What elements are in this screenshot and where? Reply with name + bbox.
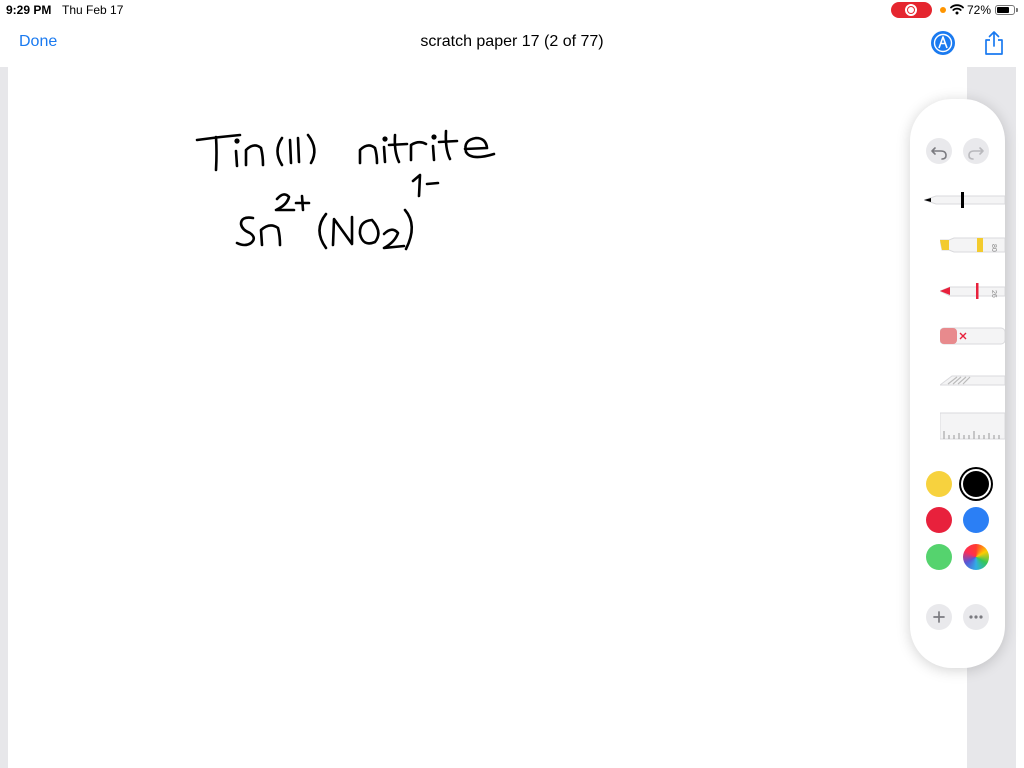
markup-button[interactable] xyxy=(931,31,955,55)
battery-level-fill xyxy=(997,7,1009,13)
eraser-tool[interactable] xyxy=(940,323,1005,349)
battery-icon xyxy=(995,5,1015,15)
highlighter-opacity-label: 80 xyxy=(990,244,997,252)
color-swatch-black-selected[interactable] xyxy=(963,471,989,497)
plus-icon xyxy=(933,611,945,623)
document-title: scratch paper 17 (2 of 77) xyxy=(420,33,604,50)
undo-button[interactable] xyxy=(926,138,952,164)
marker-tool[interactable]: 26 xyxy=(940,278,1005,304)
record-dot-icon xyxy=(908,7,914,13)
markup-pen-icon xyxy=(933,33,953,53)
color-wheel-icon[interactable] xyxy=(963,544,989,570)
handwritten-notes xyxy=(195,129,496,251)
color-swatch-green[interactable] xyxy=(926,544,952,570)
navigation-bar: Done scratch paper 17 (2 of 77) xyxy=(0,20,1024,67)
undo-icon xyxy=(931,147,947,160)
add-button[interactable] xyxy=(926,604,952,630)
share-icon[interactable] xyxy=(983,30,1005,56)
microphone-in-use-indicator xyxy=(940,7,946,13)
redo-button[interactable] xyxy=(963,138,989,164)
status-time: 9:29 PM xyxy=(6,3,52,17)
color-swatch-blue[interactable] xyxy=(963,507,989,533)
highlighter-tool[interactable]: 80 xyxy=(940,232,1005,258)
status-date: Thu Feb 17 xyxy=(62,3,124,17)
ruler-tool[interactable] xyxy=(940,411,1005,441)
marker-opacity-label: 26 xyxy=(990,290,997,298)
redo-icon xyxy=(968,147,984,160)
status-bar: 9:29 PM Thu Feb 17 72% xyxy=(0,0,1024,20)
screen-recording-indicator[interactable] xyxy=(891,2,932,18)
markup-tool-palette: 80 26 xyxy=(910,99,1005,668)
battery-percentage: 72% xyxy=(967,3,992,17)
color-swatch-red[interactable] xyxy=(926,507,952,533)
page-right-margin xyxy=(1016,67,1024,768)
lasso-tool[interactable] xyxy=(940,367,1005,393)
color-swatch-yellow[interactable] xyxy=(926,471,952,497)
document-page[interactable] xyxy=(8,67,967,768)
battery-cap xyxy=(1016,8,1018,12)
more-options-button[interactable] xyxy=(963,604,989,630)
wifi-icon xyxy=(950,4,964,15)
ellipsis-icon xyxy=(969,615,983,619)
pen-tool[interactable] xyxy=(924,187,1005,213)
